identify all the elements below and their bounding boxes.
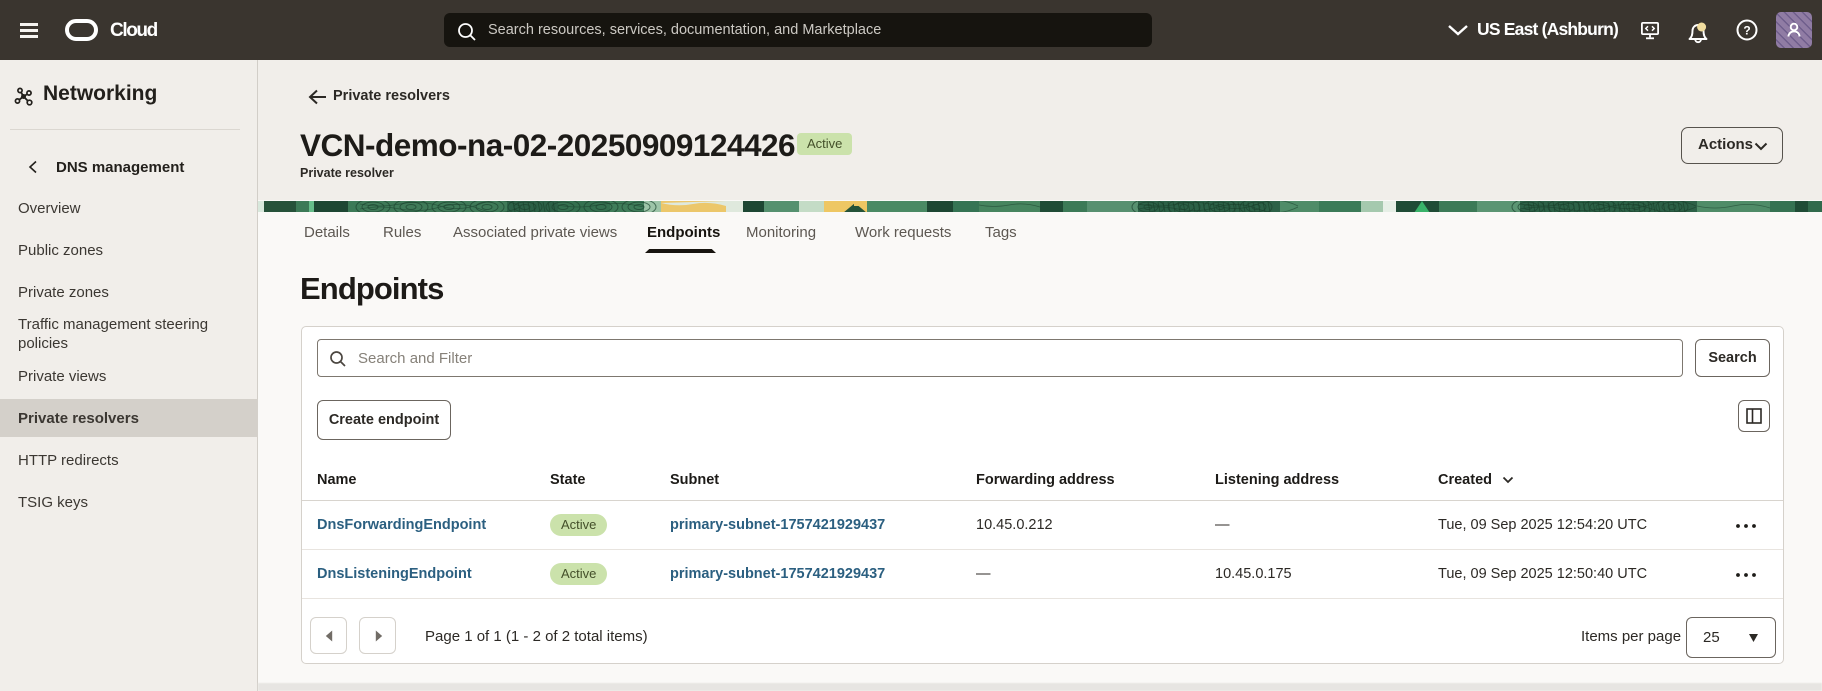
svg-text:?: ? <box>1743 24 1750 38</box>
